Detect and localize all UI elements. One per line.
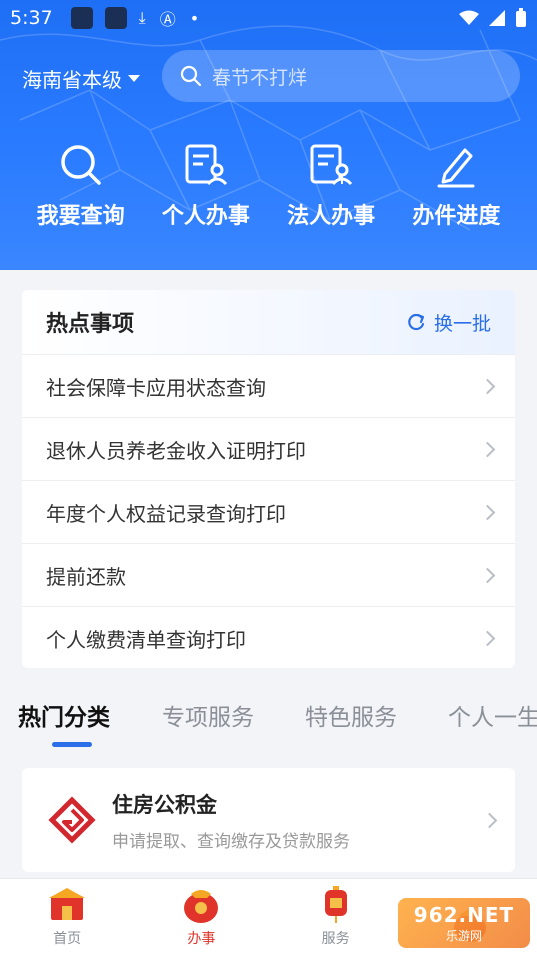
header: 5:37 ⤓ Ⓐ • 海南省本级 春节不打烊 我要查询 个人办事 法人办事 办件… (0, 0, 537, 270)
list-item-label: 退休人员养老金收入证明打印 (46, 438, 306, 463)
site-watermark: 962.NET 乐游网 (398, 898, 530, 948)
hot-items-title: 热点事项 (46, 312, 135, 337)
nav-label: 首页 (53, 931, 82, 947)
tab-special-services[interactable]: 专项服务 (162, 698, 254, 732)
tab-personal-life[interactable]: 个人一生 (448, 698, 537, 732)
category-tabs: 热门分类 专项服务 特色服务 个人一生 (0, 690, 537, 760)
search-placeholder: 春节不打烊 (212, 66, 308, 89)
watermark-top: 962.NET (413, 902, 515, 927)
chevron-right-icon (479, 441, 496, 457)
home-gate-icon (49, 888, 86, 920)
list-item-label: 年度个人权益记录查询打印 (46, 501, 286, 526)
chevron-right-icon (479, 504, 496, 520)
list-item-label: 社会保障卡应用状态查询 (46, 375, 266, 400)
list-item-label: 个人缴费清单查询打印 (46, 627, 246, 652)
chevron-right-icon (479, 567, 496, 583)
refresh-label: 换一批 (433, 312, 491, 335)
tab-featured-services[interactable]: 特色服务 (305, 698, 397, 732)
status-bar: 5:37 ⤓ Ⓐ • (0, 0, 537, 36)
app-a-icon: Ⓐ (159, 10, 176, 29)
quick-action-legal-person[interactable]: 法人办事 (271, 140, 391, 230)
chevron-right-icon (481, 812, 498, 828)
quick-action-query[interactable]: 我要查询 (21, 140, 141, 230)
region-label: 海南省本级 (22, 68, 122, 92)
caret-down-icon (128, 75, 140, 82)
personal-form-icon (185, 144, 227, 186)
nav-services[interactable]: 服务 (269, 879, 403, 956)
notification-app-icon (104, 7, 127, 29)
quick-action-label: 办件进度 (412, 204, 501, 229)
housing-fund-subtitle: 申请提取、查询缴存及贷款服务 (112, 831, 350, 852)
quick-action-label: 我要查询 (36, 204, 125, 229)
dot-icon: • (189, 8, 200, 28)
list-item[interactable]: 退休人员养老金收入证明打印 (22, 417, 515, 480)
download-icon: ⤓ (138, 8, 146, 27)
lantern-icon (324, 886, 347, 923)
nav-label: 办事 (187, 931, 216, 947)
list-item[interactable]: 个人缴费清单查询打印 (22, 606, 515, 668)
housing-fund-title: 住房公积金 (112, 792, 217, 817)
nav-affairs[interactable]: 办事 (134, 879, 268, 956)
search-icon (180, 65, 202, 87)
quick-action-progress[interactable]: 办件进度 (396, 140, 516, 230)
signal-icon (489, 10, 505, 26)
legal-person-form-icon (310, 144, 353, 186)
list-item[interactable]: 年度个人权益记录查询打印 (22, 480, 515, 543)
list-item[interactable]: 提前还款 (22, 543, 515, 606)
region-selector[interactable]: 海南省本级 (22, 64, 140, 93)
chevron-right-icon (479, 378, 496, 394)
watermark-bottom: 乐游网 (445, 928, 482, 943)
search-icon (60, 145, 101, 185)
search-bar[interactable]: 春节不打烊 (162, 50, 520, 102)
nav-label: 服务 (321, 931, 350, 947)
wifi-icon (459, 10, 479, 25)
tab-hot-categories[interactable]: 热门分类 (18, 698, 110, 732)
hot-items-header: 热点事项 换一批 (22, 290, 515, 354)
nav-home[interactable]: 首页 (0, 879, 134, 956)
quick-action-label: 法人办事 (287, 204, 376, 229)
quick-actions: 我要查询 个人办事 法人办事 办件进度 (0, 140, 537, 230)
hot-items-card: 热点事项 换一批 社会保障卡应用状态查询 退休人员养老金收入证明打印 年度个人权… (22, 290, 515, 668)
housing-fund-logo-icon (48, 796, 96, 844)
battery-icon (516, 8, 526, 27)
chevron-right-icon (479, 630, 496, 646)
quick-action-personal[interactable]: 个人办事 (146, 140, 266, 230)
list-item[interactable]: 社会保障卡应用状态查询 (22, 354, 515, 417)
quick-action-label: 个人办事 (161, 204, 250, 229)
notification-app-icon (70, 7, 93, 29)
active-tab-indicator (52, 742, 92, 747)
housing-fund-text: 住房公积金 申请提取、查询缴存及贷款服务 (112, 789, 484, 852)
refresh-icon (408, 313, 425, 331)
pen-edit-icon (437, 148, 475, 188)
status-time: 5:37 (10, 7, 53, 29)
refresh-button[interactable]: 换一批 (406, 309, 491, 336)
list-item-label: 提前还款 (46, 564, 126, 589)
housing-fund-card[interactable]: 住房公积金 申请提取、查询缴存及贷款服务 (22, 768, 515, 872)
lucky-bag-icon (184, 890, 219, 923)
